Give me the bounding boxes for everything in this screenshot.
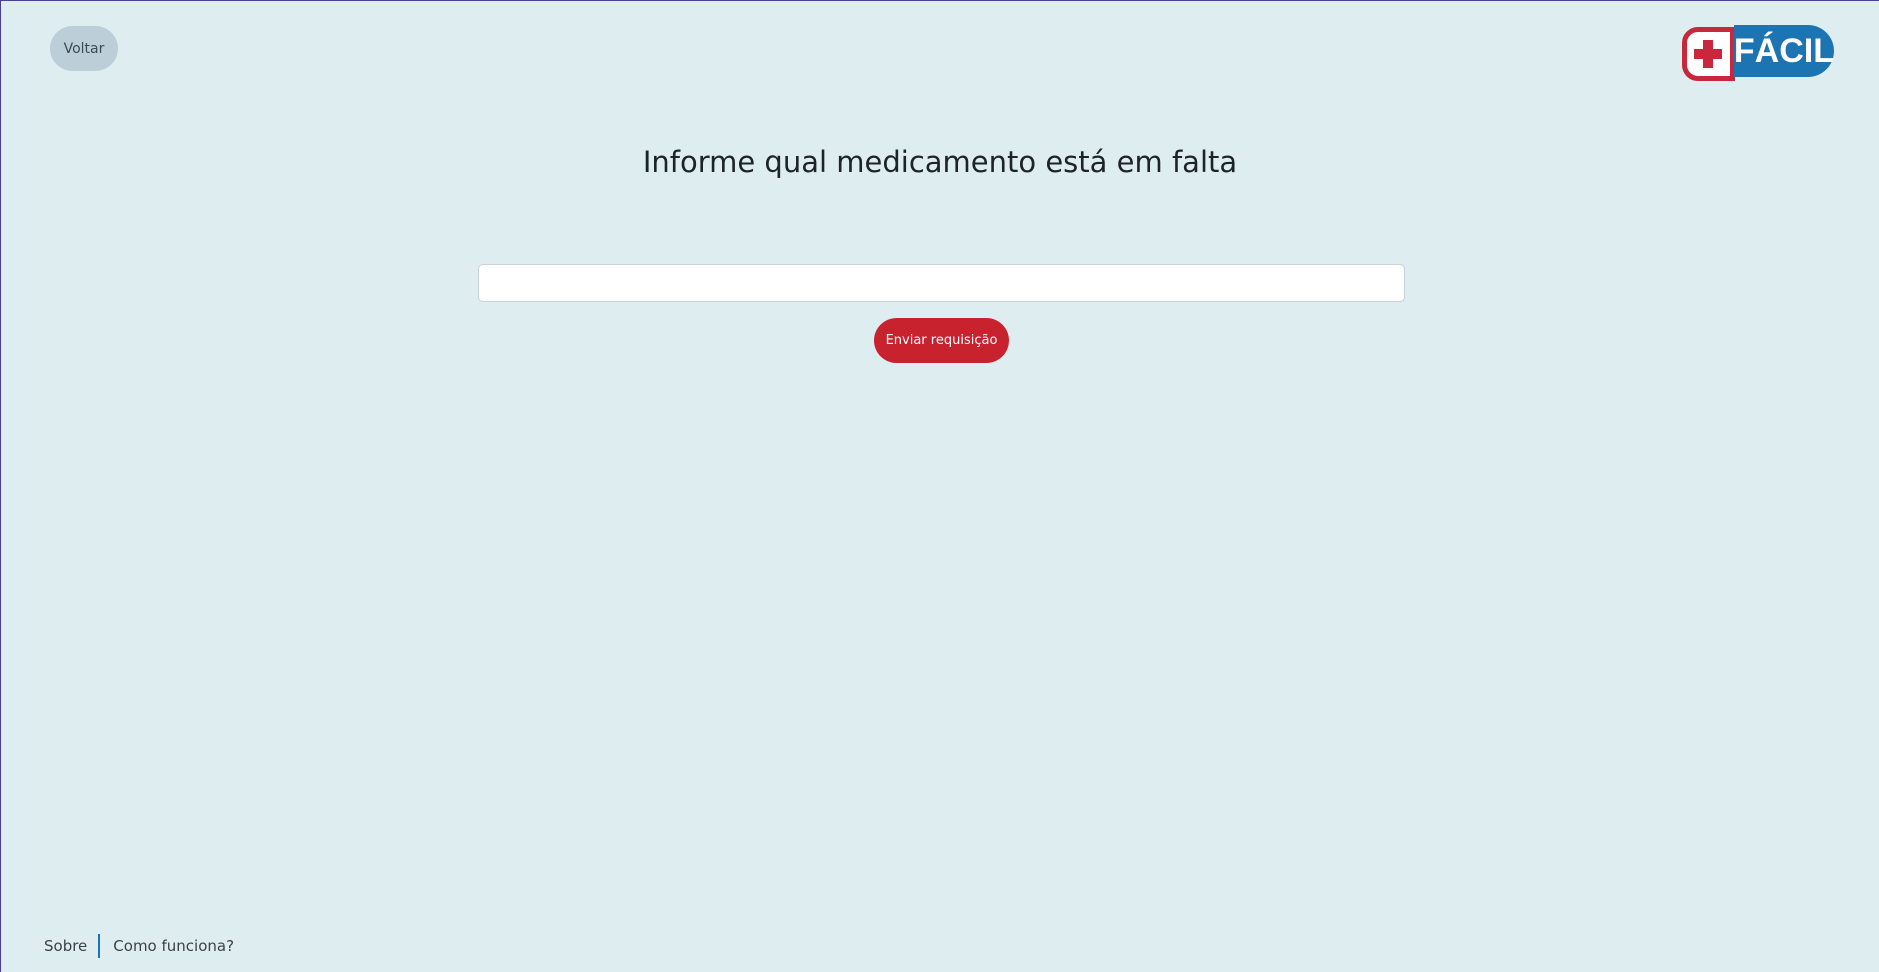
footer-link-about[interactable]: Sobre — [44, 937, 87, 955]
footer-links: Sobre Como funciona? — [44, 933, 234, 959]
plus-icon — [1682, 27, 1735, 81]
medication-input[interactable] — [478, 264, 1405, 302]
submit-request-button[interactable]: Enviar requisição — [874, 318, 1009, 363]
logo-text: FÁCIL — [1733, 25, 1834, 77]
page-title: Informe qual medicamento está em falta — [642, 145, 1238, 179]
footer-link-how-it-works[interactable]: Como funciona? — [113, 937, 234, 955]
brand-logo: FÁCIL — [1682, 25, 1834, 81]
footer-divider — [98, 934, 101, 958]
back-button[interactable]: Voltar — [50, 26, 118, 71]
